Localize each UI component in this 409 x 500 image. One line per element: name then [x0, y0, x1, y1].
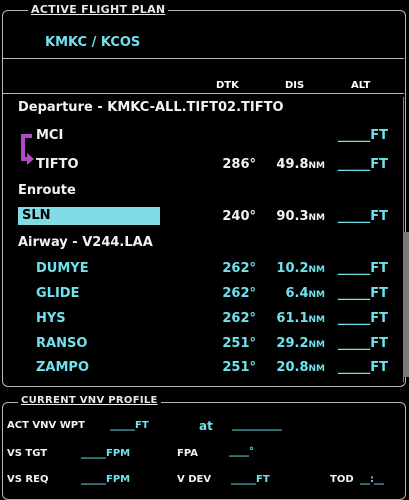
vs-req-label: VS REQ	[7, 474, 49, 485]
dtk-value: 262°	[222, 311, 256, 326]
dtk-value: 240°	[222, 209, 256, 224]
dis-value: 10.2NM	[276, 261, 325, 276]
at-label: at	[199, 419, 213, 433]
waypoint-id: HYS	[36, 311, 66, 326]
waypoint-id: TIFTO	[36, 157, 79, 172]
act-vnv-wpt-label: ACT VNV WPT	[7, 420, 85, 431]
flight-plan-row-hys[interactable]: HYS 262° 61.1NM _____FT	[0, 308, 398, 332]
scrollbar-thumb[interactable]	[403, 232, 409, 377]
waypoint-id: GLIDE	[36, 286, 80, 301]
waypoint-id: DUMYE	[36, 261, 89, 276]
altitude-value[interactable]: _____FT	[338, 336, 388, 351]
dis-value: 49.8NM	[276, 157, 325, 172]
dtk-value: 286°	[222, 157, 256, 172]
column-headers: DTK DIS ALT	[0, 80, 409, 94]
flight-plan-row-tifto[interactable]: TIFTO 286° 49.8NM _____FT	[0, 154, 398, 178]
fpa-value: ____°	[229, 446, 254, 457]
altitude-value[interactable]: _____FT	[338, 209, 388, 224]
act-vnv-wpt-value: _____FT	[110, 420, 149, 431]
waypoint-id: RANSO	[36, 336, 88, 351]
vs-tgt-value: _____FPM	[81, 448, 131, 459]
waypoint-id-selected[interactable]: SLN	[18, 207, 160, 225]
flight-plan-row-dumye[interactable]: DUMYE 262° 10.2NM _____FT	[0, 258, 398, 282]
route-divider	[3, 58, 404, 59]
header-divider	[3, 93, 404, 94]
v-dev-label: V DEV	[177, 474, 212, 485]
vnv-profile-panel	[2, 402, 406, 500]
waypoint-id: MCI	[36, 128, 64, 143]
flight-plan-row-glide[interactable]: GLIDE 262° 6.4NM _____FT	[0, 283, 398, 307]
flight-plan-row-mci[interactable]: MCI _____FT	[0, 125, 398, 149]
active-flight-plan-title: ACTIVE FLIGHT PLAN	[28, 3, 169, 16]
waypoint-id: ZAMPO	[36, 360, 90, 375]
dis-header: DIS	[285, 80, 305, 91]
vs-tgt-label: VS TGT	[7, 448, 48, 459]
at-value: __________	[232, 420, 282, 431]
altitude-value[interactable]: _____FT	[338, 360, 388, 375]
fpa-label: FPA	[177, 448, 198, 459]
dtk-value: 251°	[222, 336, 256, 351]
altitude-value[interactable]: _____FT	[338, 286, 388, 301]
altitude-value[interactable]: _____FT	[338, 157, 388, 172]
dtk-header: DTK	[216, 80, 239, 91]
altitude-value[interactable]: _____FT	[338, 128, 388, 143]
departure-label[interactable]: Departure - KMKC-ALL.TIFT02.TIFTO	[18, 100, 284, 115]
tod-value: __:__	[360, 474, 384, 485]
altitude-value[interactable]: _____FT	[338, 261, 388, 276]
flight-plan-row-zampo[interactable]: ZAMPO 251° 20.8NM _____FT	[0, 357, 398, 381]
dis-value: 20.8NM	[276, 360, 325, 375]
dtk-value: 262°	[222, 261, 256, 276]
enroute-label[interactable]: Enroute	[18, 183, 76, 198]
v-dev-value: _____FT	[231, 474, 270, 485]
dtk-value: 262°	[222, 286, 256, 301]
vs-req-value: _____FPM	[81, 474, 131, 485]
vnv-profile-title: CURRENT VNV PROFILE	[18, 395, 161, 406]
flight-plan-row-sln[interactable]: SLN 240° 90.3NM _____FT	[0, 206, 398, 230]
flight-plan-row-ranso[interactable]: RANSO 251° 29.2NM _____FT	[0, 333, 398, 357]
airway-label[interactable]: Airway - V244.LAA	[18, 235, 153, 250]
dis-value: 61.1NM	[276, 311, 325, 326]
route-text[interactable]: KMKC / KCOS	[45, 35, 140, 50]
alt-header: ALT	[351, 80, 371, 91]
tod-label: TOD	[330, 474, 354, 485]
dis-value: 6.4NM	[285, 286, 325, 301]
dis-value: 90.3NM	[276, 209, 325, 224]
dis-value: 29.2NM	[276, 336, 325, 351]
altitude-value[interactable]: _____FT	[338, 311, 388, 326]
dtk-value: 251°	[222, 360, 256, 375]
